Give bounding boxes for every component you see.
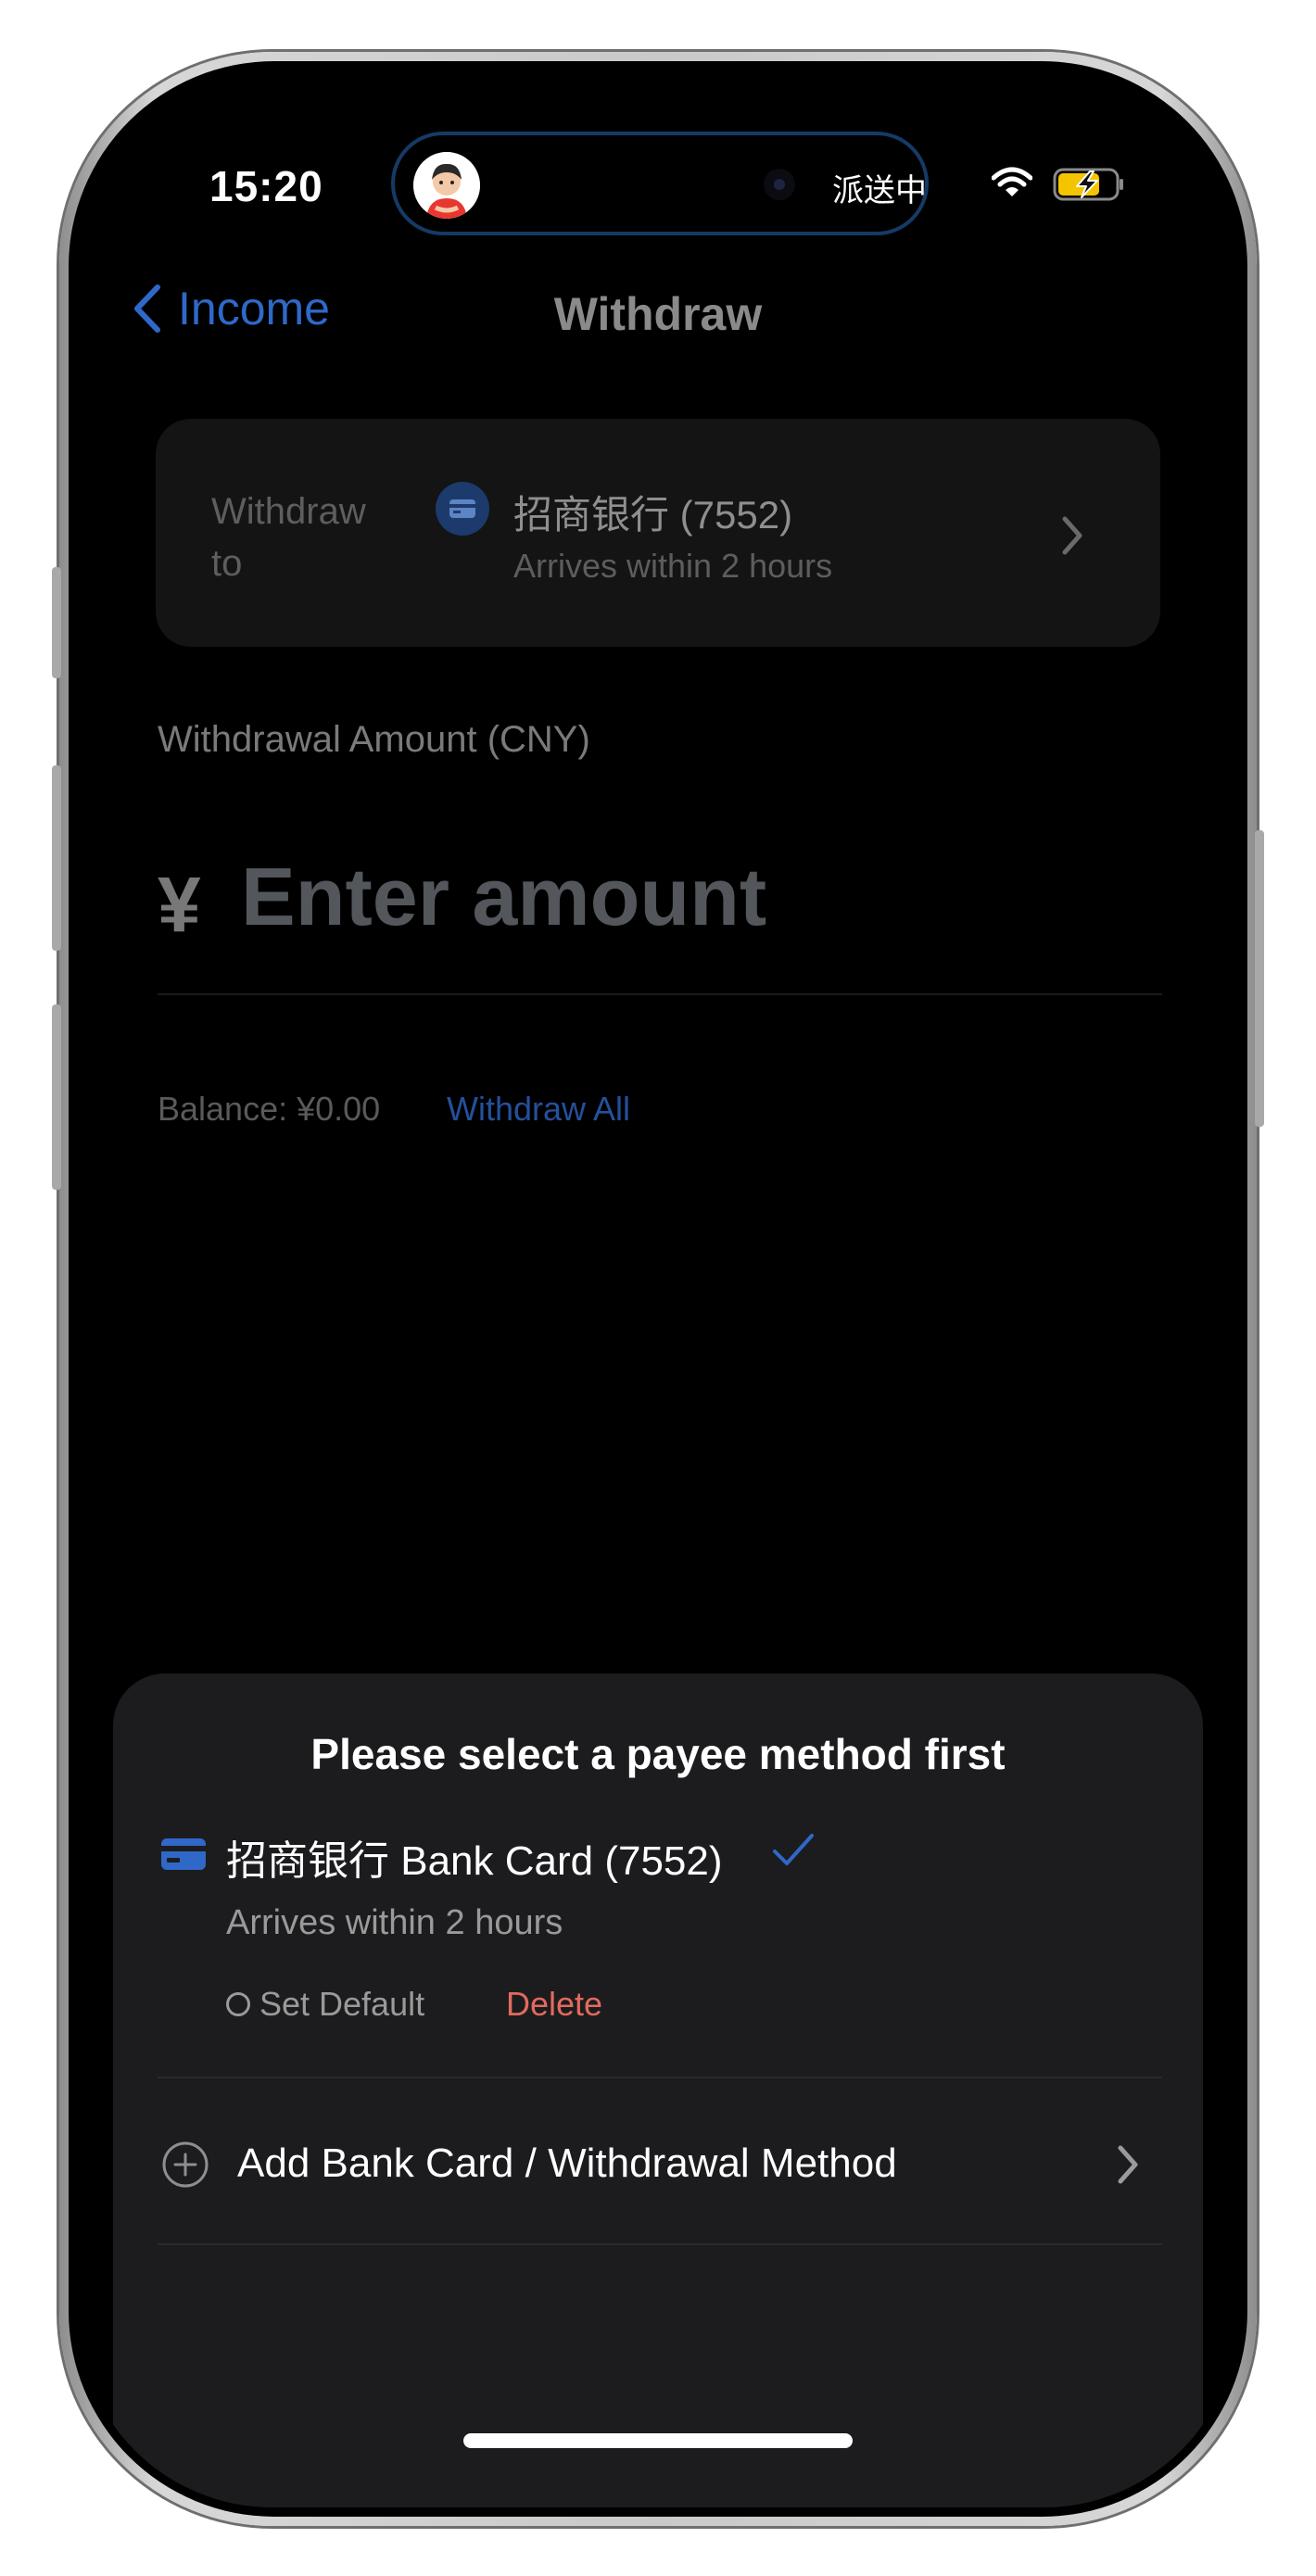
- screen: 15:20 派送中 Income Withdraw Withdraw to 招商…: [78, 70, 1238, 2507]
- page-title: Withdraw: [553, 288, 763, 340]
- front-camera: [764, 169, 795, 200]
- status-time: 15:20: [209, 162, 323, 210]
- amount-input[interactable]: [241, 851, 1075, 943]
- set-default-label: Set Default: [259, 1985, 425, 2023]
- bank-card-icon: [436, 482, 489, 536]
- amount-label: Withdrawal Amount (CNY): [158, 719, 590, 760]
- balance-text: Balance: ¥0.00: [158, 1090, 381, 1128]
- action-button: [52, 567, 61, 678]
- withdraw-to-label: Withdraw to: [211, 486, 397, 589]
- bank-card-icon: [159, 1835, 208, 1878]
- payee-method-arrival: Arrives within 2 hours: [226, 1903, 563, 1942]
- payee-method-name[interactable]: 招商银行 Bank Card (7552): [226, 1827, 723, 1887]
- chevron-right-icon: [1116, 2144, 1140, 2190]
- radio-circle-icon: [226, 1992, 250, 2016]
- avatar: [413, 152, 480, 219]
- chevron-right-icon: [1060, 515, 1084, 561]
- amount-divider: [158, 993, 1162, 995]
- divider: [158, 2243, 1162, 2245]
- withdraw-to-label-text: Withdraw to: [211, 491, 366, 584]
- withdraw-all-link[interactable]: Withdraw All: [447, 1090, 630, 1129]
- sheet-title: Please select a payee method first: [310, 1730, 1006, 1778]
- delete-button[interactable]: Delete: [506, 1985, 602, 2024]
- add-method-button[interactable]: Add Bank Card / Withdrawal Method: [237, 2140, 897, 2187]
- power-button: [1255, 830, 1264, 1127]
- home-indicator[interactable]: [463, 2433, 853, 2448]
- set-default-button[interactable]: Set Default: [226, 1985, 424, 2024]
- wifi-icon: [991, 167, 1033, 203]
- withdraw-to-bank-name: 招商银行 (7552): [513, 493, 793, 537]
- live-activity-status: 派送中: [832, 173, 927, 208]
- battery-charging-icon: [1053, 167, 1127, 207]
- plus-circle-icon: [161, 2140, 209, 2193]
- divider: [158, 2077, 1162, 2078]
- volume-down-button: [52, 1004, 61, 1190]
- currency-symbol: ¥: [158, 861, 201, 948]
- volume-up-button: [52, 765, 61, 951]
- checkmark-icon: [771, 1831, 816, 1873]
- payee-method-sheet: [113, 1673, 1203, 2507]
- withdraw-to-arrival: Arrives within 2 hours: [513, 547, 833, 585]
